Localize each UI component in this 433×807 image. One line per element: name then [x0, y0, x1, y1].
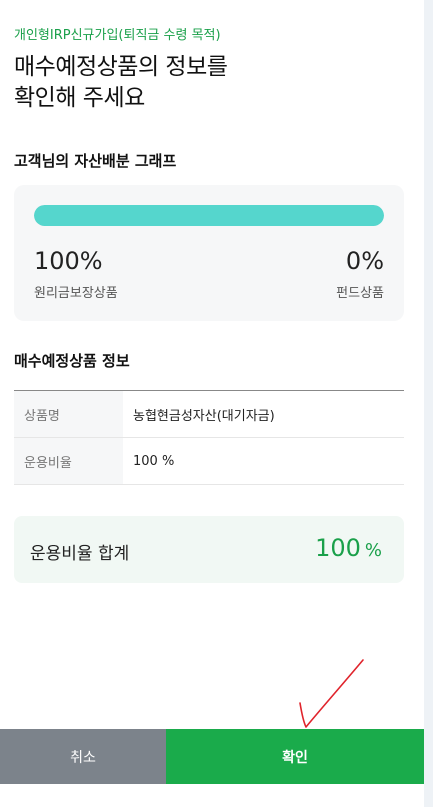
principal-percent: 100% [34, 247, 103, 275]
fund-percent: 0% [345, 247, 384, 275]
ratio-summary-card: 운용비율 합계 100% [14, 516, 404, 583]
checkmark-annotation-icon [299, 659, 364, 728]
product-info-section-title: 매수예정상품 정보 [14, 352, 130, 370]
table-row: 상품명 농협현금성자산(대기자금) [14, 391, 404, 438]
ratio-summary-number: 100 [315, 534, 361, 562]
ratio-summary-unit: % [364, 540, 382, 561]
footer-actions: 취소 확인 [0, 729, 424, 784]
table-row: 운용비율 100 % [14, 438, 404, 485]
page-title-line1: 매수예정상품의 정보를 [14, 54, 228, 80]
allocation-card: 100% 0% 원리금보장상품 펀드상품 [14, 185, 404, 321]
product-name-value: 농협현금성자산(대기자금) [133, 408, 275, 424]
ratio-summary-value: 100% [315, 534, 382, 562]
principal-label: 원리금보장상품 [34, 286, 118, 301]
allocation-bar-fill [34, 205, 384, 226]
cancel-button[interactable]: 취소 [0, 729, 166, 784]
breadcrumb: 개인형IRP신규가입(퇴직금 수령 목적) [14, 28, 221, 43]
ratio-summary-label: 운용비율 합계 [30, 544, 130, 564]
product-info-table: 상품명 농협현금성자산(대기자금) 운용비율 100 % [14, 390, 404, 485]
confirm-button[interactable]: 확인 [166, 729, 424, 784]
allocation-section-title: 고객님의 자산배분 그래프 [14, 152, 177, 170]
ratio-key: 운용비율 [14, 438, 123, 484]
allocation-bar [34, 205, 384, 226]
page-title-line2: 확인해 주세요 [14, 85, 145, 111]
fund-label: 펀드상품 [336, 286, 384, 301]
page-title: 매수예정상품의 정보를 확인해 주세요 [14, 52, 228, 114]
page: 개인형IRP신규가입(퇴직금 수령 목적) 매수예정상품의 정보를 확인해 주세… [0, 0, 424, 807]
product-name-key: 상품명 [14, 391, 123, 437]
ratio-value: 100 % [133, 453, 175, 469]
